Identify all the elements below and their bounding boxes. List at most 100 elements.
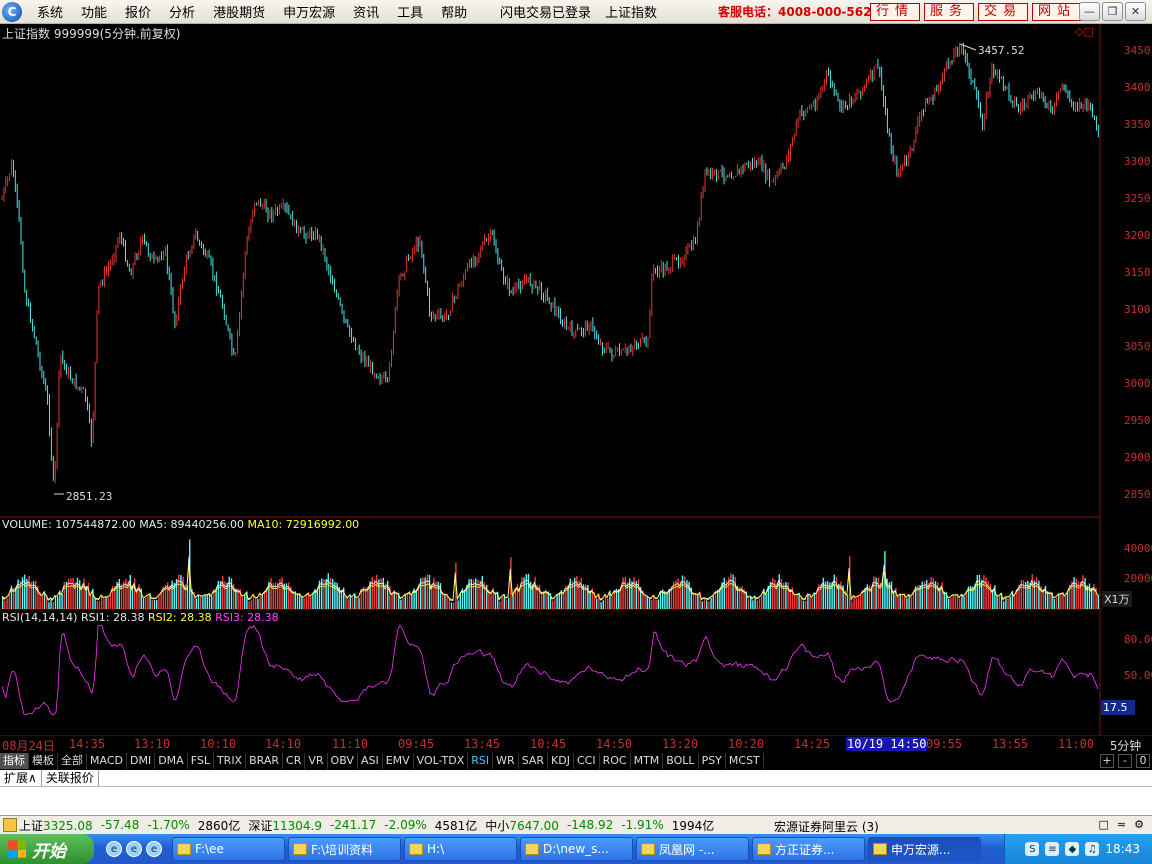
price-axis-label: 2850 bbox=[1124, 488, 1151, 501]
volume-bar bbox=[873, 576, 875, 609]
connection-icon[interactable]: ≈ bbox=[1117, 818, 1126, 831]
volume-bar bbox=[684, 576, 686, 609]
tab-trix[interactable]: TRIX bbox=[214, 753, 247, 769]
menu-system[interactable]: 系统 bbox=[28, 2, 72, 21]
volume-bar bbox=[853, 595, 855, 609]
trade-button[interactable]: 交易 bbox=[978, 2, 1029, 21]
broker-server[interactable]: 宏源证券阿里云 (3) bbox=[774, 818, 879, 835]
tab-expand[interactable]: 扩展∧ bbox=[0, 770, 42, 786]
ie-icon[interactable]: e bbox=[106, 841, 122, 857]
reset-panel-button[interactable]: 0 bbox=[1136, 754, 1150, 768]
menu-function[interactable]: 功能 bbox=[72, 2, 116, 21]
tab-asi[interactable]: ASI bbox=[358, 753, 383, 769]
volume-bar bbox=[505, 599, 508, 609]
tab-dma[interactable]: DMA bbox=[155, 753, 188, 769]
tab-cci[interactable]: CCI bbox=[574, 753, 600, 769]
volume-bar bbox=[646, 595, 648, 609]
service-button[interactable]: 服务 bbox=[924, 2, 975, 21]
menu-tools[interactable]: 工具 bbox=[388, 2, 432, 21]
network-icon[interactable]: ≡ bbox=[1045, 842, 1060, 856]
volume-bar bbox=[158, 595, 160, 609]
tab-macd[interactable]: MACD bbox=[87, 753, 127, 769]
volume-bar bbox=[602, 600, 604, 609]
tab-mtm[interactable]: MTM bbox=[631, 753, 664, 769]
menu-swhy[interactable]: 申万宏源 bbox=[274, 2, 344, 21]
menu-news[interactable]: 资讯 bbox=[344, 2, 388, 21]
tab-cr[interactable]: CR bbox=[283, 753, 306, 769]
tab-template[interactable]: 模板 bbox=[29, 753, 58, 769]
tab-fsl[interactable]: FSL bbox=[188, 753, 214, 769]
sh-index[interactable]: 上证3325.08 bbox=[19, 817, 93, 834]
volume-bar bbox=[659, 590, 662, 609]
tab-emv[interactable]: EMV bbox=[383, 753, 414, 769]
taskbar-window-ifeng[interactable]: 凤凰网 -... bbox=[636, 837, 749, 861]
chart-canvas[interactable] bbox=[0, 24, 1152, 736]
volume-bar bbox=[76, 577, 79, 609]
menu-hk-futures[interactable]: 港股期货 bbox=[204, 2, 274, 21]
menu-analysis[interactable]: 分析 bbox=[160, 2, 204, 21]
zx-index[interactable]: 中小7647.00 bbox=[485, 817, 559, 834]
tab-psy[interactable]: PSY bbox=[699, 753, 726, 769]
volume-bar bbox=[611, 595, 613, 609]
tab-wr[interactable]: WR bbox=[493, 753, 519, 769]
tab-mcst[interactable]: MCST bbox=[726, 753, 764, 769]
flash-trade-status[interactable]: 闪电交易已登录 bbox=[500, 2, 591, 21]
tab-vol-tdx[interactable]: VOL-TDX bbox=[414, 753, 469, 769]
start-button[interactable]: 开始 bbox=[0, 834, 94, 864]
taskbar-window-founder[interactable]: 方正证券... bbox=[752, 837, 865, 861]
tab-sar[interactable]: SAR bbox=[519, 753, 549, 769]
ime-icon[interactable]: S bbox=[1025, 842, 1040, 856]
volume-bar bbox=[910, 596, 912, 609]
tab-boll[interactable]: BOLL bbox=[663, 753, 699, 769]
volume-bar bbox=[371, 576, 373, 609]
minimize-icon[interactable]: — bbox=[1079, 2, 1100, 21]
tab-rsi[interactable]: RSI bbox=[468, 753, 494, 769]
volume-bar bbox=[948, 598, 950, 609]
add-panel-button[interactable]: + bbox=[1100, 754, 1114, 768]
browser-icon[interactable]: e bbox=[126, 841, 142, 857]
volume-bar bbox=[899, 593, 901, 609]
volume-icon[interactable]: ♫ bbox=[1085, 842, 1100, 856]
price-axis-label: 3000 bbox=[1124, 377, 1151, 390]
tab-all[interactable]: 全部 bbox=[58, 753, 87, 769]
tab-roc[interactable]: ROC bbox=[600, 753, 631, 769]
taskbar-window-ee[interactable]: F:\ee bbox=[172, 837, 285, 861]
tab-related-quotes[interactable]: 关联报价 bbox=[42, 770, 99, 786]
taskbar-window-training[interactable]: F:\培训资料 bbox=[288, 837, 401, 861]
tab-brar[interactable]: BRAR bbox=[246, 753, 284, 769]
rsi2-label: RSI2: bbox=[148, 611, 177, 624]
remove-panel-button[interactable]: - bbox=[1118, 754, 1132, 768]
tab-vr[interactable]: VR bbox=[305, 753, 328, 769]
time-label: 14:50 bbox=[596, 737, 633, 751]
chart-panel[interactable]: 上证指数 999999(5分钟.前复权) ◇□ 3450 3400 3350 3… bbox=[0, 24, 1152, 753]
volume-bar bbox=[1031, 574, 1033, 609]
menu-help[interactable]: 帮助 bbox=[432, 2, 476, 21]
settings-icon[interactable]: ⚙ bbox=[1134, 818, 1144, 831]
taskbar-window-new[interactable]: D:\new_s... bbox=[520, 837, 633, 861]
volume-bar bbox=[527, 573, 530, 609]
taskbar-window-swhy[interactable]: 申万宏源... bbox=[868, 837, 981, 861]
sz-index[interactable]: 深证11304.9 bbox=[248, 817, 322, 834]
volume-bar bbox=[897, 596, 899, 609]
close-icon[interactable]: ✕ bbox=[1125, 2, 1146, 21]
shield-icon[interactable]: ◆ bbox=[1065, 842, 1080, 856]
browser-icon[interactable]: e bbox=[146, 841, 162, 857]
volume-bar bbox=[68, 578, 70, 609]
volume-bar bbox=[758, 598, 761, 609]
tab-indicator[interactable]: 指标 bbox=[0, 753, 29, 769]
indicator-tab-bar: 指标 模板 全部 MACD DMI DMA FSL TRIX BRAR CR V… bbox=[0, 752, 1152, 770]
restore-icon[interactable]: ❐ bbox=[1102, 2, 1123, 21]
clock[interactable]: 18:43 bbox=[1105, 842, 1140, 856]
volume-bar bbox=[41, 595, 43, 609]
tab-dmi[interactable]: DMI bbox=[127, 753, 156, 769]
keyboard-icon[interactable]: □ bbox=[1099, 818, 1109, 831]
taskbar-window-h[interactable]: H:\ bbox=[404, 837, 517, 861]
tab-kdj[interactable]: KDJ bbox=[548, 753, 574, 769]
lock-icon[interactable] bbox=[3, 818, 17, 832]
tab-obv[interactable]: OBV bbox=[328, 753, 358, 769]
website-button[interactable]: 网站 bbox=[1032, 2, 1083, 21]
volume-bar bbox=[248, 601, 250, 609]
quotes-button[interactable]: 行情 bbox=[870, 2, 921, 21]
volume-bar bbox=[857, 596, 860, 609]
menu-quote[interactable]: 报价 bbox=[116, 2, 160, 21]
